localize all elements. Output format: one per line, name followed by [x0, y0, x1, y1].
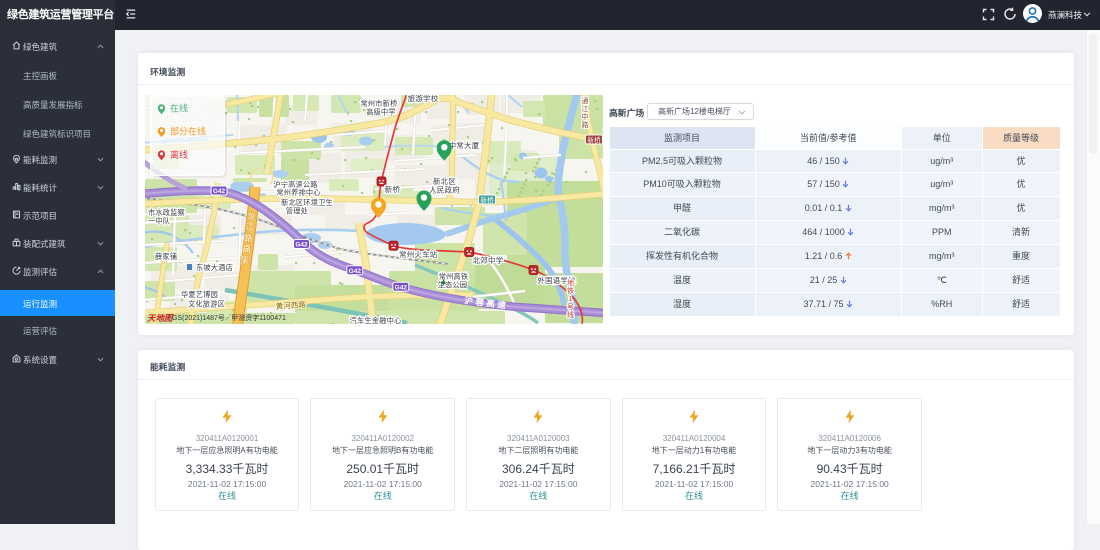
svg-text:管理处: 管理处	[285, 207, 307, 216]
svg-text:地: 地	[567, 278, 574, 287]
svg-text:人民政府: 人民政府	[429, 185, 460, 195]
svg-text:路: 路	[581, 120, 588, 129]
svg-text:G42: G42	[348, 268, 361, 275]
svg-text:常州火车站: 常州火车站	[399, 249, 438, 259]
svg-text:旅游学校: 旅游学校	[407, 95, 438, 103]
svg-text:新桥: 新桥	[384, 184, 400, 194]
svg-text:东坡大酒店: 东坡大酒店	[196, 263, 233, 272]
svg-text:离线: 离线	[170, 149, 188, 160]
svg-text:龙: 龙	[246, 211, 256, 221]
svg-text:薛家铺: 薛家铺	[155, 252, 177, 261]
svg-text:路: 路	[243, 233, 252, 243]
svg-text:线: 线	[567, 310, 574, 319]
svg-text:中: 中	[581, 112, 588, 121]
svg-text:汽车生金融中心: 汽车生金融中心	[349, 316, 401, 324]
svg-text:GS(2021)1487号 - 甲测资字1100471: GS(2021)1487号 - 甲测资字1100471	[172, 313, 286, 322]
svg-text:一中队: 一中队	[148, 217, 170, 226]
svg-text:在线: 在线	[170, 103, 188, 114]
svg-text:常州养排中心: 常州养排中心	[276, 188, 320, 197]
svg-text:高级中学: 高级中学	[366, 108, 396, 117]
svg-text:江: 江	[581, 105, 588, 113]
svg-text:G42: G42	[295, 242, 308, 249]
svg-text:北郊中学: 北郊中学	[472, 255, 503, 265]
svg-text:高: 高	[242, 244, 251, 254]
svg-text:新桥: 新桥	[587, 135, 601, 144]
svg-text:新桥: 新桥	[480, 195, 494, 204]
svg-text:G42: G42	[394, 284, 407, 291]
svg-text:天地图: 天地图	[147, 313, 174, 323]
svg-text:通: 通	[581, 96, 588, 105]
svg-text:华夏艺博园: 华夏艺博园	[181, 290, 218, 299]
svg-text:江: 江	[245, 222, 254, 232]
svg-text:号: 号	[567, 303, 574, 311]
svg-text:部分在线: 部分在线	[170, 126, 206, 137]
svg-text:中常大厦: 中常大厦	[448, 140, 479, 150]
svg-text:架: 架	[239, 255, 249, 265]
svg-text:1: 1	[568, 296, 572, 303]
svg-text:文化旅游区: 文化旅游区	[188, 300, 225, 309]
svg-text:铁: 铁	[567, 286, 574, 295]
svg-text:G42: G42	[212, 188, 225, 195]
svg-text:新北区: 新北区	[432, 176, 455, 186]
